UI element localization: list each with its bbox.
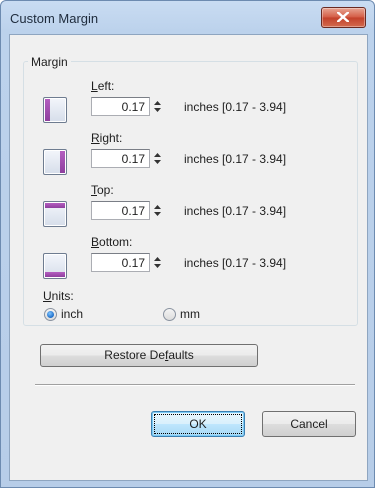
bottom-label: Bottom: <box>91 235 133 249</box>
bottom-margin-icon <box>43 253 67 279</box>
restore-defaults-button[interactable]: Restore Defaults <box>40 344 258 367</box>
close-x-icon <box>337 12 349 22</box>
left-range-text: inches [0.17 - 3.94] <box>184 100 287 114</box>
ok-button[interactable]: OK <box>151 411 245 437</box>
margin-group-label: Margin <box>28 55 71 69</box>
inch-radio[interactable] <box>44 308 57 321</box>
top-input[interactable]: 0.17 <box>91 201 150 220</box>
bottom-range-text: inches [0.17 - 3.94] <box>184 256 287 270</box>
top-range-text: inches [0.17 - 3.94] <box>184 204 287 218</box>
top-label: Top: <box>91 183 114 197</box>
title-bar[interactable]: Custom Margin <box>1 1 374 33</box>
left-input[interactable]: 0.17 <box>91 97 150 116</box>
units-label: Units: <box>43 289 74 303</box>
left-label: Left: <box>91 79 115 93</box>
cancel-button[interactable]: Cancel <box>262 411 356 437</box>
dialog-body: Margin Left: 0.17 inches [0.17 - 3.94] R… <box>9 34 368 481</box>
spin-arrows-icon[interactable] <box>151 201 164 220</box>
mm-radio[interactable] <box>163 308 176 321</box>
inch-radio-label[interactable]: inch <box>61 307 83 321</box>
separator-line <box>35 384 355 386</box>
mm-radio-label[interactable]: mm <box>180 307 200 321</box>
spin-arrows-icon[interactable] <box>151 253 164 272</box>
right-input[interactable]: 0.17 <box>91 149 150 168</box>
window-title: Custom Margin <box>10 11 99 26</box>
spin-arrows-icon[interactable] <box>151 97 164 116</box>
bottom-input[interactable]: 0.17 <box>91 253 150 272</box>
left-margin-icon <box>43 97 67 123</box>
right-range-text: inches [0.17 - 3.94] <box>184 152 287 166</box>
close-button[interactable] <box>321 7 366 28</box>
spin-arrows-icon[interactable] <box>151 149 164 168</box>
top-margin-icon <box>43 201 67 227</box>
right-label: Right: <box>91 131 123 145</box>
dialog-window: Custom Margin Margin Left: 0.17 inches [… <box>0 0 375 488</box>
right-margin-icon <box>43 149 67 175</box>
